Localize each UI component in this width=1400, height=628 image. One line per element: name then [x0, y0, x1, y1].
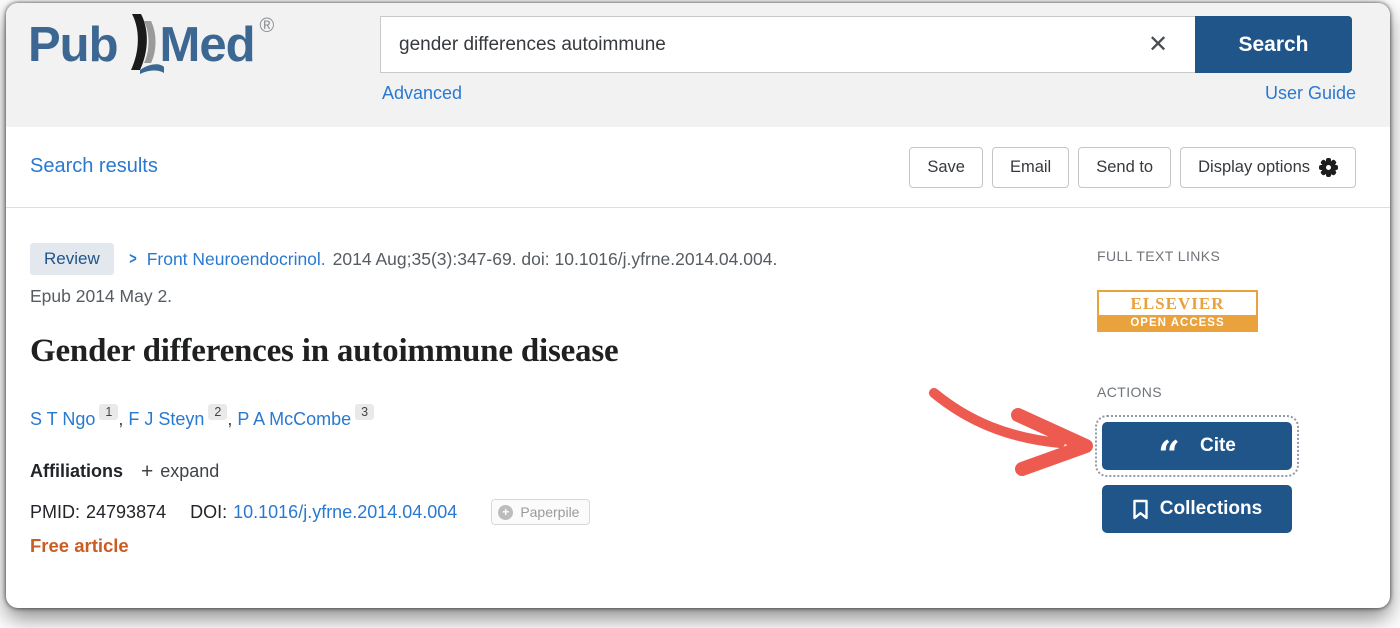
pmid-label: PMID:: [30, 502, 80, 523]
send-to-label: Send to: [1096, 158, 1153, 177]
pubmed-window: Pub Med ® ✕ Search Advanced User Guide S…: [6, 3, 1390, 608]
citation-row: Review > Front Neuroendocrinol. 2014 Aug…: [30, 243, 777, 275]
author-link[interactable]: P A McCombe: [237, 409, 351, 429]
doi-link[interactable]: 10.1016/j.yfrne.2014.04.004: [233, 502, 457, 523]
search-input[interactable]: [380, 16, 1195, 73]
save-label: Save: [927, 158, 965, 177]
search-button[interactable]: Search: [1195, 16, 1352, 73]
full-text-links-label: FULL TEXT LINKS: [1097, 248, 1220, 264]
user-guide-link[interactable]: User Guide: [1265, 83, 1356, 104]
plus-icon: +: [141, 463, 153, 481]
display-options-button[interactable]: Display options: [1180, 147, 1356, 188]
results-bar: Search results Save Email Send to Displa…: [6, 127, 1390, 208]
search-results-link[interactable]: Search results: [30, 155, 158, 178]
elsevier-logo-text: ELSEVIER: [1099, 292, 1256, 315]
email-button[interactable]: Email: [992, 147, 1069, 188]
logo-text-med: Med: [160, 13, 255, 77]
paperpile-plus-icon: +: [498, 505, 513, 520]
cite-label: Cite: [1200, 435, 1236, 457]
authors-row: S T Ngo1, F J Steyn2, P A McCombe3: [30, 409, 374, 430]
expand-label: expand: [160, 461, 219, 482]
book-icon: [120, 13, 164, 75]
author-separator: ,: [227, 409, 232, 429]
paperpile-label: Paperpile: [520, 504, 579, 520]
review-badge: Review: [30, 243, 114, 275]
citation-text: 2014 Aug;35(3):347-69. doi: 10.1016/j.yf…: [333, 249, 778, 270]
send-to-button[interactable]: Send to: [1078, 147, 1171, 188]
article-title: Gender differences in autoimmune disease: [30, 333, 850, 370]
logo-text-pub: Pub: [28, 13, 118, 77]
author-affiliation-sup[interactable]: 3: [355, 404, 374, 420]
identifiers-row: PMID: 24793874 DOI: 10.1016/j.yfrne.2014…: [30, 499, 590, 525]
registered-mark: ®: [260, 15, 275, 38]
paperpile-button[interactable]: + Paperpile: [491, 499, 590, 525]
free-article-badge: Free article: [30, 535, 129, 557]
open-access-label: OPEN ACCESS: [1099, 315, 1256, 330]
pubmed-logo[interactable]: Pub Med ®: [28, 13, 274, 77]
chevron-right-icon: >: [129, 249, 136, 269]
author-affiliation-sup[interactable]: 1: [99, 404, 118, 420]
epub-date: Epub 2014 May 2.: [30, 286, 172, 307]
gear-icon: [1319, 158, 1338, 177]
save-button[interactable]: Save: [909, 147, 983, 188]
results-actions: Save Email Send to Display options: [909, 147, 1356, 188]
display-options-label: Display options: [1198, 158, 1310, 177]
quote-icon: “: [1158, 450, 1180, 460]
author-separator: ,: [118, 409, 123, 429]
collections-button[interactable]: Collections: [1102, 485, 1292, 533]
actions-label: ACTIONS: [1097, 384, 1162, 400]
elsevier-open-access-link[interactable]: ELSEVIER OPEN ACCESS: [1097, 290, 1258, 332]
advanced-link[interactable]: Advanced: [382, 83, 462, 104]
expand-affiliations-button[interactable]: + expand: [141, 461, 219, 482]
pmid-value: 24793874: [86, 502, 166, 523]
author-link[interactable]: F J Steyn: [128, 409, 204, 429]
bookmark-icon: [1132, 499, 1149, 520]
header: Pub Med ® ✕ Search Advanced User Guide: [6, 3, 1390, 127]
author-affiliation-sup[interactable]: 2: [208, 404, 227, 420]
cite-button[interactable]: “ Cite: [1102, 422, 1292, 470]
affiliations-label: Affiliations: [30, 461, 123, 482]
clear-search-icon[interactable]: ✕: [1136, 26, 1180, 64]
doi-label: DOI:: [190, 502, 227, 523]
author-link[interactable]: S T Ngo: [30, 409, 95, 429]
collections-label: Collections: [1160, 498, 1262, 520]
journal-link[interactable]: Front Neuroendocrinol.: [147, 249, 326, 270]
email-label: Email: [1010, 158, 1051, 177]
affiliations-row: Affiliations + expand: [30, 461, 219, 482]
